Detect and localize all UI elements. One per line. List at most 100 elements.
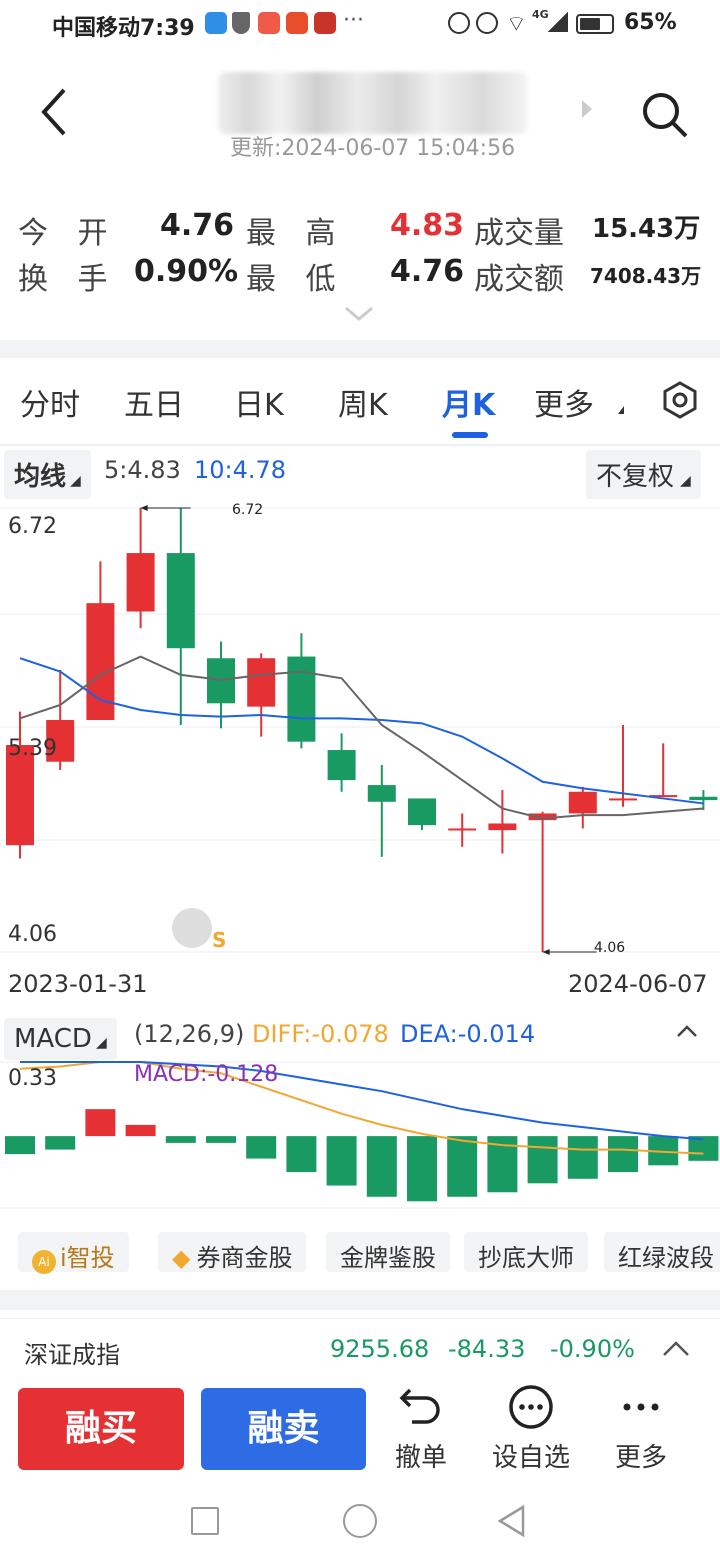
cancel-order-button[interactable]: 撤单 <box>376 1384 466 1474</box>
tab-daily-k[interactable]: 日K <box>234 380 284 424</box>
macd-selector[interactable]: MACD ◢ <box>4 1018 117 1060</box>
system-nav-bar <box>0 1480 720 1560</box>
back-icon[interactable] <box>36 86 72 138</box>
feature-chips: Ai i智投 ◆ 券商金股 金牌鉴股 抄底大师 红绿波段 <box>0 1230 720 1280</box>
battery-percent: 65% <box>624 10 677 35</box>
macd-value: MACD:-0.128 <box>134 1062 279 1087</box>
macd-params: (12,26,9) <box>134 1020 245 1048</box>
macd-bar <box>366 1136 397 1197</box>
diamond-icon: ◆ <box>172 1244 191 1272</box>
add-watchlist-label: 设自选 <box>491 1443 570 1473</box>
index-name: 深证成指 <box>24 1341 120 1369</box>
macd-bar <box>5 1136 35 1155</box>
macd-bar <box>165 1136 196 1143</box>
divider <box>0 1290 720 1310</box>
clock-icon <box>476 12 498 34</box>
chip-label: 券商金股 <box>196 1244 293 1272</box>
tab-monthly-k[interactable]: 月K <box>442 380 495 424</box>
macd-bar <box>447 1136 478 1197</box>
next-stock-icon[interactable] <box>580 98 594 120</box>
s-marker: S <box>212 928 227 952</box>
weather-icon <box>205 12 227 34</box>
signal-icon <box>548 12 568 32</box>
index-ticker[interactable]: 深证成指 9255.68 -84.33 -0.90% <box>0 1318 720 1376</box>
back-nav-icon[interactable] <box>496 1504 526 1538</box>
more-button[interactable]: 更多 <box>596 1384 686 1474</box>
tab-more[interactable]: 更多 <box>534 380 594 424</box>
candle-body <box>568 791 597 814</box>
alarm-icon <box>448 12 470 34</box>
index-change: -84.33 <box>448 1335 526 1363</box>
action-bar: 融买 融卖 撤单 设自选 更多 <box>0 1378 720 1478</box>
y-axis-high: 6.72 <box>8 514 57 539</box>
margin-sell-button[interactable]: 融卖 <box>201 1388 366 1470</box>
ma-label: 均线 <box>14 462 67 492</box>
chip-label: i智投 <box>60 1244 115 1272</box>
ma-selector[interactable]: 均线 ◢ <box>4 450 91 499</box>
shield-icon <box>232 12 250 34</box>
ai-icon: Ai <box>32 1250 56 1274</box>
network-type: 4G <box>532 8 549 21</box>
recent-apps-icon[interactable] <box>191 1507 219 1535</box>
volume-value: 15.43万 <box>592 214 701 244</box>
candle-body <box>247 658 276 707</box>
expand-up-icon[interactable] <box>662 1339 690 1357</box>
candlestick-chart[interactable] <box>0 500 720 960</box>
expand-chevron-icon[interactable] <box>344 306 374 322</box>
indicator-controls: 均线 ◢ 5:4.83 10:4.78 不复权 ◢ <box>0 446 720 499</box>
macd-bar <box>608 1136 638 1173</box>
tab-weekly-k[interactable]: 周K <box>338 380 388 424</box>
drawing-tool-icon[interactable] <box>172 908 212 948</box>
y-axis-mid: 5.39 <box>8 736 57 761</box>
low-value: 4.76 <box>390 254 465 289</box>
macd-chart[interactable] <box>0 1058 720 1210</box>
macd-y-top: 0.33 <box>8 1066 57 1091</box>
macd-bar <box>206 1136 236 1143</box>
margin-buy-button[interactable]: 融买 <box>18 1388 184 1470</box>
home-icon[interactable] <box>343 1504 377 1538</box>
collapse-chevron-icon[interactable] <box>676 1024 698 1038</box>
stock-header: 更新:2024-06-07 15:04:56 <box>0 60 720 170</box>
settings-icon[interactable] <box>660 380 700 420</box>
open-value: 4.76 <box>160 208 235 243</box>
candle-body <box>609 798 637 801</box>
chip-label: 金牌鉴股 <box>340 1244 436 1272</box>
turnover-label: 换 手 <box>18 262 118 297</box>
undo-icon <box>399 1388 440 1424</box>
volume-label: 成交量 <box>474 216 564 251</box>
macd-bar <box>688 1136 719 1161</box>
diff-line <box>19 1061 704 1155</box>
adjust-label: 不复权 <box>596 462 675 492</box>
amount-value: 7408.43万 <box>590 264 702 288</box>
chip-red-green-wave[interactable]: 红绿波段 <box>604 1232 720 1272</box>
cancel-order-label: 撤单 <box>394 1443 447 1473</box>
add-watchlist-button[interactable]: 设自选 <box>486 1384 576 1474</box>
macd-label: MACD <box>14 1024 92 1054</box>
search-icon[interactable] <box>640 90 690 140</box>
chip-gold-review[interactable]: 金牌鉴股 <box>326 1232 450 1272</box>
chip-ai-invest[interactable]: Ai i智投 <box>18 1232 129 1274</box>
tab-intraday[interactable]: 分时 <box>20 380 80 424</box>
max-price-annotation: 6.72 <box>232 502 264 518</box>
chip-broker-gold[interactable]: ◆ 券商金股 <box>158 1232 307 1272</box>
date-end: 2024-06-07 <box>568 970 708 998</box>
macd-bar <box>407 1136 437 1202</box>
macd-bar <box>45 1136 76 1150</box>
ma10-line <box>19 657 704 805</box>
app-notification-icon <box>314 12 336 34</box>
date-start: 2023-01-31 <box>8 970 148 998</box>
app-notification-icon <box>286 12 308 34</box>
chip-bottom-master[interactable]: 抄底大师 <box>464 1232 588 1272</box>
high-value: 4.83 <box>390 208 465 243</box>
candle-body <box>126 553 155 612</box>
macd-bar <box>246 1136 277 1159</box>
candle-body <box>287 656 316 742</box>
app-notification-icon <box>258 12 280 34</box>
candle-body <box>488 823 517 831</box>
tab-five-day[interactable]: 五日 <box>124 380 184 424</box>
ma10-value: 10:4.78 <box>194 456 287 484</box>
open-label: 今 开 <box>18 216 118 251</box>
macd-bar <box>527 1136 558 1184</box>
candle-body <box>166 553 195 649</box>
adjust-selector[interactable]: 不复权 ◢ <box>586 450 701 499</box>
